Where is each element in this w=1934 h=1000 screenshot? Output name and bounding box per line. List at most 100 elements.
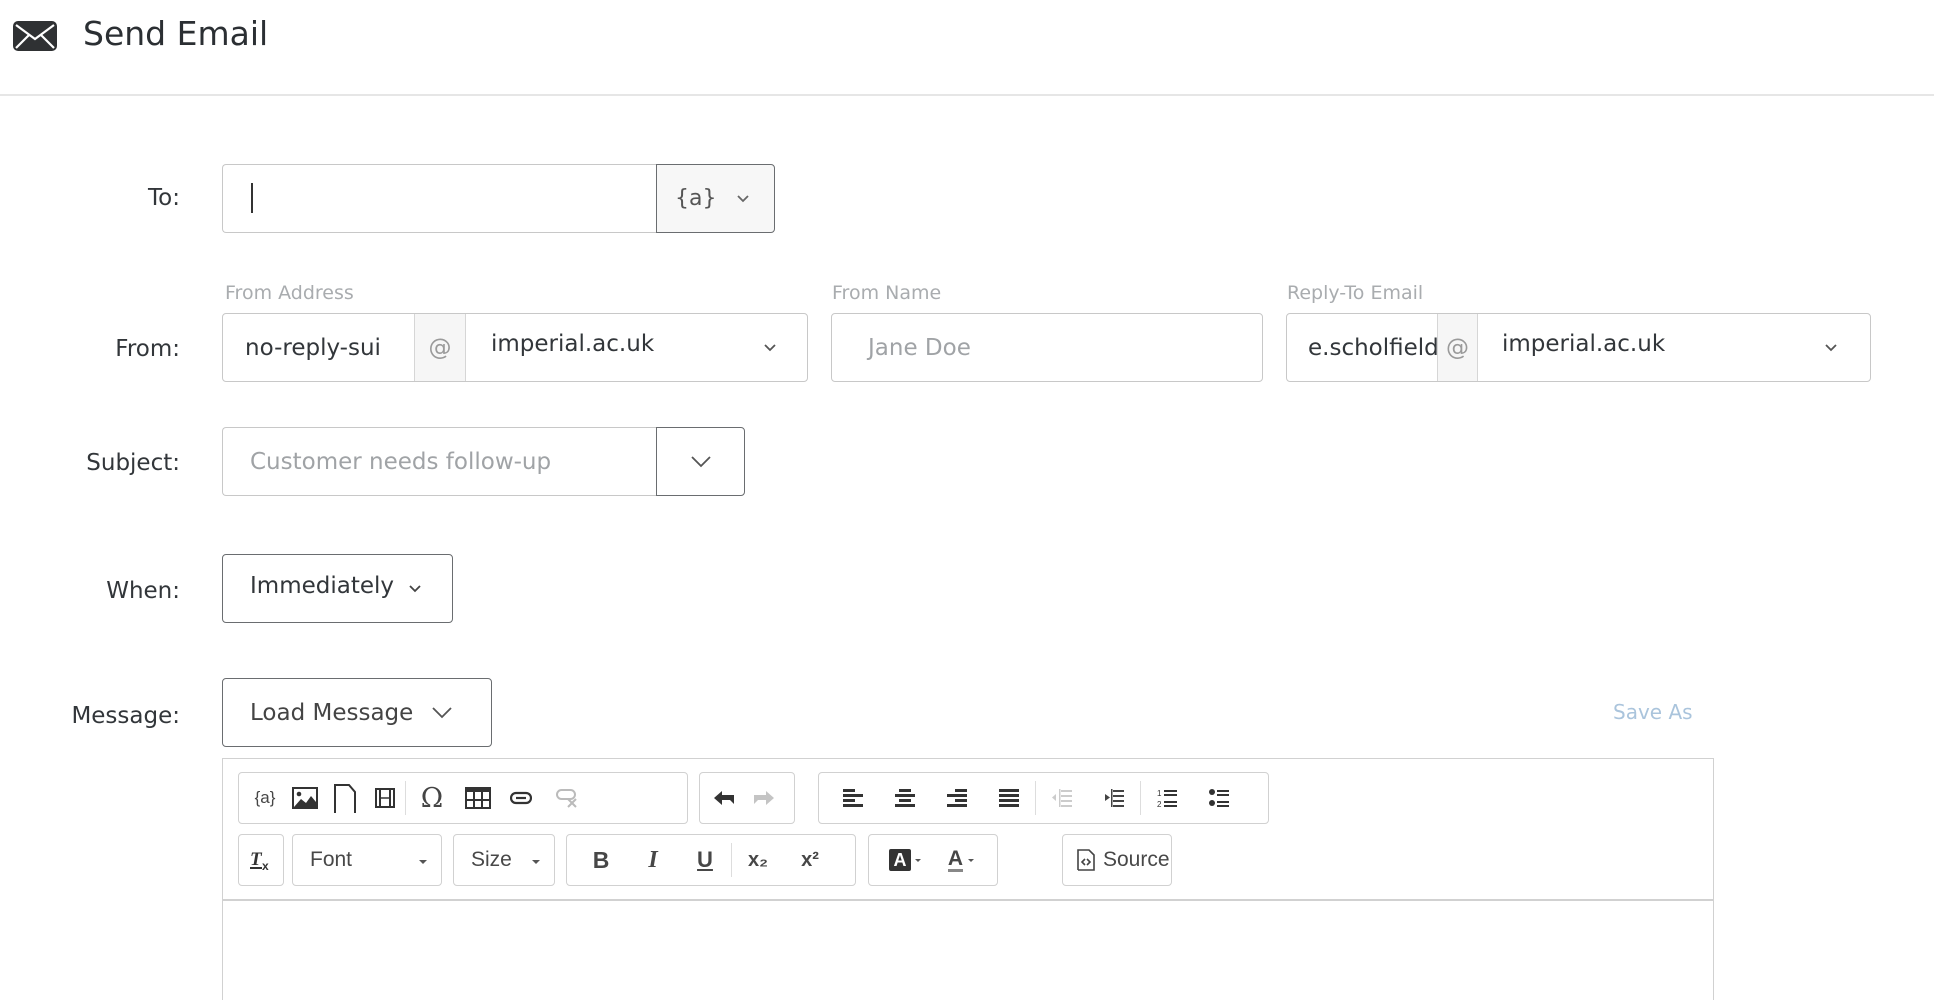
table-icon (465, 787, 491, 809)
insert-video-button[interactable] (365, 778, 405, 818)
when-dropdown[interactable]: Immediately (222, 554, 453, 623)
from-domain-value: imperial.ac.uk (491, 330, 655, 357)
at-sign: @ (1438, 314, 1478, 381)
redo-icon (754, 791, 774, 805)
chevron-down-icon (432, 706, 452, 718)
piped-text-button[interactable]: {a} (245, 778, 285, 818)
from-address-local-value: no-reply-sui (245, 334, 381, 361)
piped-text-icon: {a} (254, 788, 276, 807)
from-name-placeholder: Jane Doe (868, 334, 971, 361)
text-cursor (251, 183, 253, 213)
font-size-label: Size (471, 848, 512, 871)
history-toolbar-group (699, 772, 795, 824)
caret-down-icon (419, 860, 427, 864)
at-sign-label: @ (428, 334, 452, 361)
special-character-button[interactable]: Ω (406, 778, 458, 818)
envelope-icon (13, 21, 57, 51)
svg-text:1: 1 (1157, 789, 1162, 798)
rich-text-editor: {a} Ω 1 2 T x Font Size B I U x₂ x² A A … (222, 758, 1714, 1000)
from-name-caption: From Name (832, 282, 942, 304)
text-color-icon: A (947, 846, 964, 872)
image-icon (292, 787, 318, 809)
to-label: To: (148, 185, 180, 211)
source-label: Source (1103, 848, 1170, 871)
svg-text:x: x (262, 859, 269, 872)
chevron-down-icon (737, 194, 750, 202)
align-right-button[interactable] (931, 778, 983, 818)
align-left-button[interactable] (827, 778, 879, 818)
message-body-input[interactable] (223, 903, 1713, 1000)
chevron-down-icon (409, 584, 421, 592)
justify-button[interactable] (983, 778, 1035, 818)
editor-toolbar: {a} Ω 1 2 T x Font Size B I U x₂ x² A A … (223, 759, 1713, 901)
omega-icon: Ω (420, 782, 444, 814)
caret-down-icon (532, 860, 540, 864)
bold-button[interactable]: B (575, 840, 627, 880)
subject-label: Subject: (86, 450, 180, 476)
save-as-link[interactable]: Save As (1613, 700, 1693, 724)
source-button[interactable]: Source (1062, 834, 1172, 886)
page-title: Send Email (83, 14, 269, 53)
redo-button[interactable] (744, 778, 784, 818)
subscript-button[interactable]: x₂ (732, 840, 784, 880)
piped-text-dropdown[interactable]: {a} (656, 164, 775, 233)
insert-toolbar-group: {a} Ω (238, 772, 688, 824)
video-icon (375, 788, 395, 808)
italic-icon: I (648, 846, 658, 873)
text-color-button[interactable]: A (933, 840, 989, 880)
reply-to-local-value: e.scholfield (1308, 334, 1439, 361)
superscript-button[interactable]: x² (784, 840, 836, 880)
paragraph-toolbar-group: 12 (818, 772, 1269, 824)
when-label: When: (106, 578, 180, 604)
color-toolbar-group: A A (868, 834, 998, 886)
from-name-input[interactable]: Jane Doe (831, 313, 1263, 382)
indent-icon (1105, 789, 1124, 807)
reply-to-caption: Reply-To Email (1287, 282, 1424, 304)
when-selected-value: Immediately (250, 572, 394, 599)
from-address-field: no-reply-sui @ imperial.ac.uk (222, 313, 808, 382)
insert-image-button[interactable] (285, 778, 325, 818)
align-right-icon (947, 789, 967, 807)
reply-to-local-input[interactable]: e.scholfield (1287, 314, 1439, 381)
underline-button[interactable]: U (679, 840, 731, 880)
font-size-dropdown[interactable]: Size (453, 834, 555, 886)
bold-icon: B (592, 846, 610, 873)
at-sign-label: @ (1446, 334, 1469, 361)
indent-button[interactable] (1088, 778, 1140, 818)
to-input[interactable] (222, 164, 656, 233)
undo-button[interactable] (704, 778, 744, 818)
outdent-button[interactable] (1036, 778, 1088, 818)
background-color-button[interactable]: A (877, 840, 933, 880)
numbered-list-icon: 12 (1157, 789, 1177, 809)
bulleted-list-button[interactable] (1193, 778, 1245, 818)
align-left-icon (843, 789, 863, 807)
reply-to-domain-dropdown[interactable]: imperial.ac.uk (1478, 314, 1870, 381)
from-address-local-input[interactable]: no-reply-sui (223, 314, 415, 381)
font-family-label: Font (310, 848, 353, 871)
align-center-button[interactable] (879, 778, 931, 818)
remove-format-button[interactable]: Tx (238, 834, 284, 886)
unlink-icon (556, 789, 577, 808)
subscript-icon: x₂ (747, 848, 768, 871)
subject-dropdown-button[interactable] (656, 427, 745, 496)
remove-format-icon: Tx (250, 849, 269, 872)
insert-table-button[interactable] (458, 778, 498, 818)
font-family-dropdown[interactable]: Font (292, 834, 442, 886)
unlink-button[interactable] (544, 778, 590, 818)
italic-button[interactable]: I (627, 840, 679, 880)
load-message-dropdown[interactable]: Load Message (222, 678, 492, 747)
numbered-list-button[interactable]: 12 (1141, 778, 1193, 818)
reply-to-field: e.scholfield @ imperial.ac.uk (1286, 313, 1871, 382)
insert-file-button[interactable] (325, 778, 365, 818)
outdent-icon (1052, 789, 1072, 807)
page-header: Send Email (0, 0, 1934, 96)
load-message-label: Load Message (250, 699, 414, 726)
message-label: Message: (71, 703, 180, 729)
from-domain-dropdown[interactable]: imperial.ac.uk (466, 314, 807, 381)
source-code-icon (1077, 849, 1095, 871)
subject-input[interactable]: Customer needs follow-up (222, 427, 656, 496)
caret-down-icon (915, 858, 921, 862)
background-color-icon: A (889, 849, 911, 871)
insert-link-button[interactable] (498, 778, 544, 818)
chevron-down-icon (764, 344, 776, 352)
